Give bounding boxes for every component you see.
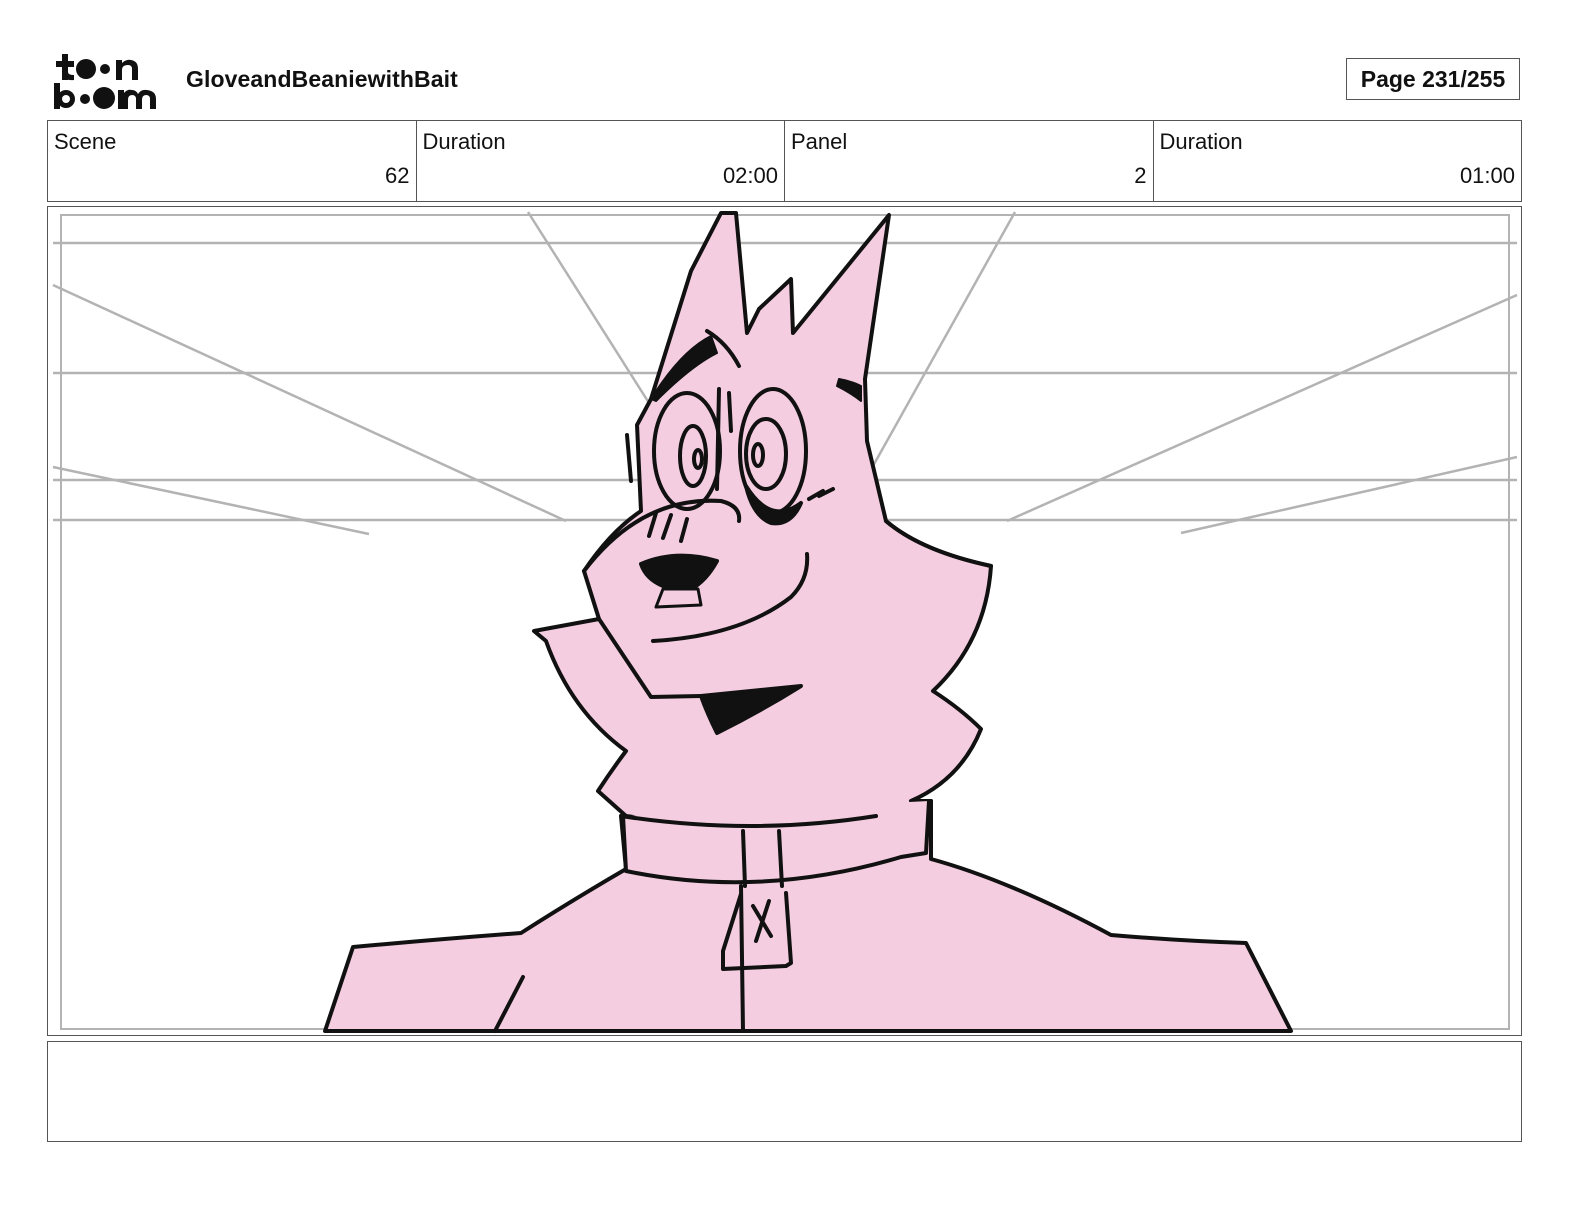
page-indicator: Page 231/255: [1346, 58, 1520, 100]
panel-notes-box[interactable]: [47, 1041, 1522, 1142]
scene-duration-label: Duration: [422, 129, 506, 154]
scene-info-table: Scene 62 Duration 02:00 Panel 2 Duration…: [47, 120, 1522, 202]
scene-value: 62: [385, 163, 410, 188]
storyboard-panel: [47, 206, 1522, 1036]
page-header: GloveandBeaniewithBait Page 231/255: [52, 50, 1542, 112]
project-title: GloveandBeaniewithBait: [186, 66, 458, 92]
scene-duration-value: 02:00: [722, 163, 778, 188]
panel-cell: Panel 2: [785, 121, 1154, 201]
wolf-character: [323, 211, 1293, 1033]
scene-duration-cell: Duration 02:00: [417, 121, 785, 201]
panel-illustration: [52, 211, 1518, 1033]
scene-label: Scene: [54, 129, 117, 154]
panel-duration-label: Duration: [1159, 129, 1243, 154]
toon-boom-logo: [54, 54, 156, 109]
panel-duration-value: 01:00: [1459, 163, 1515, 188]
panel-label: Panel: [791, 129, 848, 154]
scene-cell: Scene 62: [48, 121, 417, 201]
panel-duration-cell: Duration 01:00: [1154, 121, 1522, 201]
panel-value: 2: [1134, 163, 1147, 188]
